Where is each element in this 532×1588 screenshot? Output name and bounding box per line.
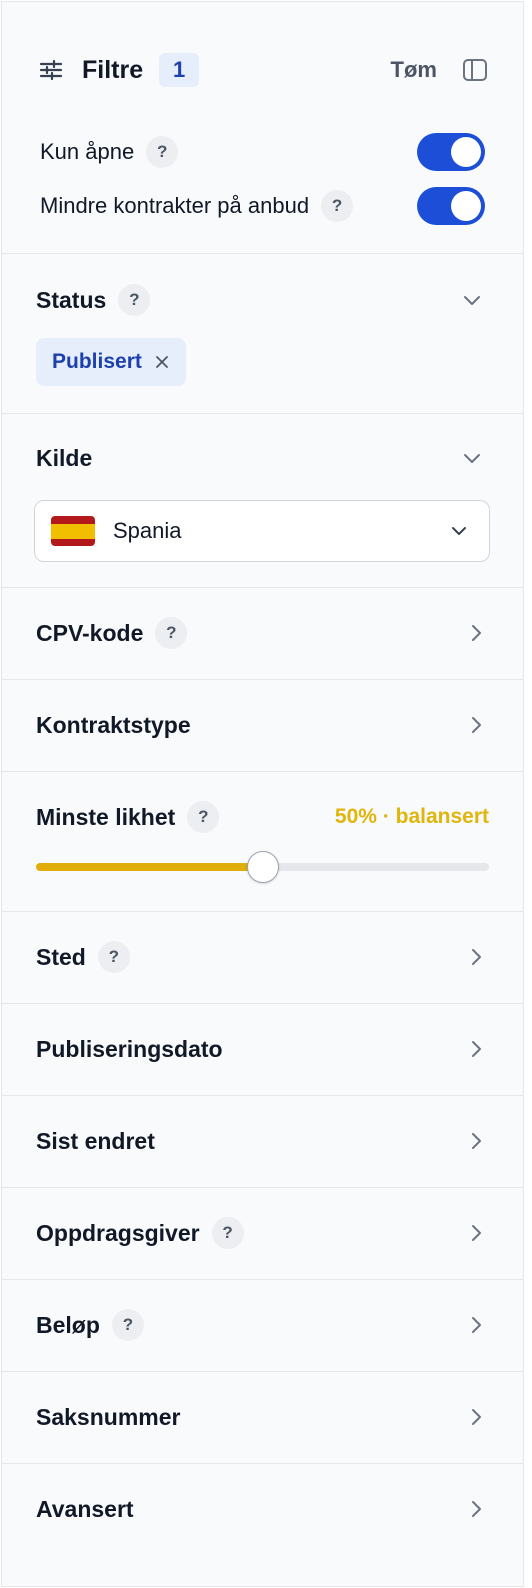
spain-flag-icon — [51, 516, 95, 546]
section-avansert[interactable]: Avansert — [2, 1464, 523, 1586]
help-icon[interactable]: ? — [155, 617, 188, 649]
section-minste-likhet: Minste likhet ? 50% · balansert — [2, 772, 523, 912]
toggle-knob — [451, 137, 481, 167]
section-title: CPV-kode — [36, 619, 144, 646]
chevron-down-icon — [452, 527, 466, 535]
section-title: Minste likhet — [36, 803, 176, 830]
help-icon[interactable]: ? — [321, 190, 354, 222]
help-icon[interactable]: ? — [187, 801, 220, 833]
section-cpv-kode[interactable]: CPV-kode ? — [2, 588, 523, 680]
section-belop[interactable]: Beløp ? — [2, 1280, 523, 1372]
section-title: Sist endret — [36, 1127, 155, 1154]
section-title: Publiseringsdato — [36, 1035, 223, 1062]
section-kontraktstype[interactable]: Kontraktstype — [2, 680, 523, 772]
toggle-knob — [451, 191, 481, 221]
status-chip: Publisert — [36, 338, 186, 386]
select-value: Spania — [113, 518, 182, 543]
chevron-right-icon — [472, 1409, 481, 1425]
similarity-value-label: 50% · balansert — [334, 805, 489, 828]
section-title: Sted — [36, 943, 86, 970]
kun-apne-toggle[interactable] — [417, 133, 485, 171]
section-saksnummer[interactable]: Saksnummer — [2, 1372, 523, 1464]
section-title: Saksnummer — [36, 1403, 181, 1430]
section-title: Kontraktstype — [36, 711, 191, 738]
similarity-slider[interactable] — [36, 851, 489, 883]
section-kilde: Kilde Spania — [2, 414, 523, 588]
toggle-row-kun-apne: Kun åpne ? — [40, 132, 485, 172]
toggle-label: Kun åpne — [40, 139, 135, 164]
section-oppdragsgiver[interactable]: Oppdragsgiver ? — [2, 1188, 523, 1280]
section-title: Beløp — [36, 1311, 100, 1338]
chevron-right-icon — [472, 1041, 481, 1057]
toggle-label: Mindre kontrakter på anbud — [40, 193, 310, 218]
slider-thumb[interactable] — [246, 851, 279, 883]
chevron-right-icon — [472, 1225, 481, 1241]
kilde-select[interactable]: Spania — [34, 500, 490, 562]
mindre-kontrakter-toggle[interactable] — [417, 187, 485, 225]
section-title: Avansert — [36, 1495, 134, 1522]
chevron-down-icon — [464, 454, 480, 463]
section-header-status[interactable]: Status ? — [36, 280, 483, 320]
sliders-icon — [39, 59, 63, 81]
section-title: Oppdragsgiver — [36, 1219, 200, 1246]
section-sted[interactable]: Sted ? — [2, 912, 523, 1004]
remove-chip-icon[interactable] — [154, 354, 170, 370]
filter-panel: Filtre 1 Tøm Kun åpne ? Mindre kontrakte… — [1, 1, 524, 1587]
help-icon[interactable]: ? — [118, 284, 151, 316]
section-status: Status ? Publisert — [2, 254, 523, 414]
filter-header: Filtre 1 Tøm Kun åpne ? Mindre kontrakte… — [2, 2, 523, 254]
section-title: Status — [36, 286, 107, 313]
section-sist-endret[interactable]: Sist endret — [2, 1096, 523, 1188]
section-publiseringsdato[interactable]: Publiseringsdato — [2, 1004, 523, 1096]
chevron-right-icon — [472, 625, 481, 641]
chevron-right-icon — [472, 1317, 481, 1333]
help-icon[interactable]: ? — [146, 136, 179, 168]
section-header-kilde[interactable]: Kilde — [36, 438, 483, 478]
help-icon[interactable]: ? — [211, 1217, 244, 1249]
help-icon[interactable]: ? — [111, 1309, 144, 1341]
clear-filters-button[interactable]: Tøm — [391, 57, 437, 83]
help-icon[interactable]: ? — [97, 941, 130, 973]
chevron-right-icon — [472, 1133, 481, 1149]
active-filter-count-badge: 1 — [159, 53, 200, 87]
chevron-right-icon — [472, 1501, 481, 1517]
chevron-right-icon — [472, 717, 481, 733]
toggle-row-mindre-kontrakter: Mindre kontrakter på anbud ? — [40, 186, 485, 226]
chevron-down-icon — [464, 296, 480, 305]
section-title: Kilde — [36, 444, 93, 471]
sidebar-toggle-icon[interactable] — [461, 57, 489, 83]
chevron-right-icon — [472, 949, 481, 965]
chip-label: Publisert — [52, 350, 142, 373]
page-title: Filtre — [82, 55, 144, 84]
slider-fill — [36, 863, 263, 871]
